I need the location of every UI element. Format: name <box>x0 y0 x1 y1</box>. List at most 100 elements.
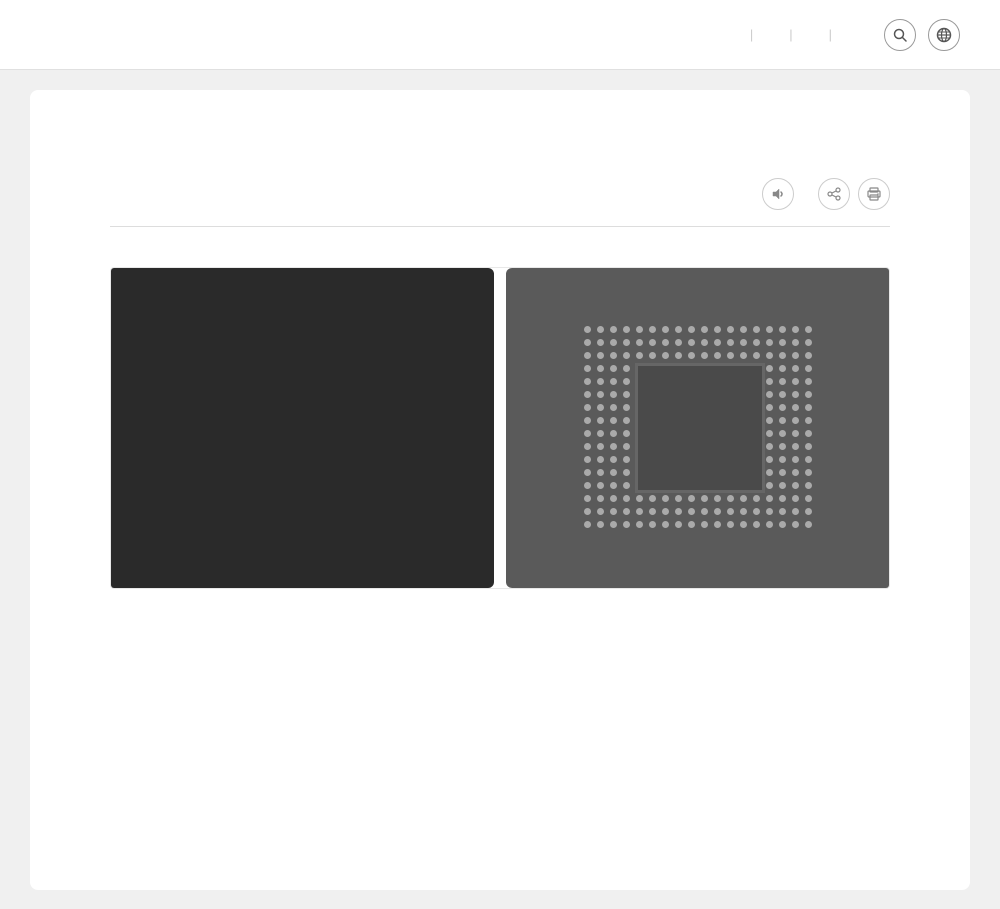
chip-dot <box>740 495 747 502</box>
chip-dot <box>597 430 604 437</box>
main-nav: | | | <box>714 19 960 51</box>
chip-dot <box>584 417 591 424</box>
chip-dot <box>792 352 799 359</box>
chip-dot <box>623 508 630 515</box>
chip-dot <box>662 326 669 333</box>
chip-dot <box>675 352 682 359</box>
chip-dot <box>597 365 604 372</box>
chip-dot <box>662 352 669 359</box>
chip-dot <box>675 508 682 515</box>
chip-dot <box>701 326 708 333</box>
chip-dot <box>623 378 630 385</box>
chip-dot <box>649 495 656 502</box>
chip-dot <box>792 482 799 489</box>
chip-dot <box>597 378 604 385</box>
chip-dot <box>766 456 773 463</box>
chip-dot <box>649 508 656 515</box>
chip-dot <box>779 508 786 515</box>
chip-dot <box>623 443 630 450</box>
article-actions <box>754 178 890 210</box>
chip-dot <box>766 404 773 411</box>
chip-dot <box>597 404 604 411</box>
language-button[interactable] <box>928 19 960 51</box>
chip-dot <box>623 430 630 437</box>
chip-dot <box>805 430 812 437</box>
chip-dot <box>753 352 760 359</box>
chip-dot <box>805 482 812 489</box>
chip-dot <box>649 339 656 346</box>
audio-group <box>754 178 794 210</box>
chip-dot <box>766 365 773 372</box>
share-button[interactable] <box>818 178 850 210</box>
chip-dot <box>584 521 591 528</box>
chip-dot <box>766 326 773 333</box>
chip-dot <box>610 456 617 463</box>
chip-dot <box>805 443 812 450</box>
chip-dot <box>610 508 617 515</box>
chip-dot <box>779 482 786 489</box>
chip-dot <box>688 508 695 515</box>
chip-dot <box>636 326 643 333</box>
chip-dot <box>766 521 773 528</box>
chip-dot <box>714 339 721 346</box>
chip-dot <box>610 391 617 398</box>
chip-dot <box>727 521 734 528</box>
chip-dot <box>779 352 786 359</box>
globe-icon <box>936 27 952 43</box>
chip-dot <box>753 495 760 502</box>
chip-dot <box>597 352 604 359</box>
chip-dot <box>766 469 773 476</box>
chip-dot <box>688 521 695 528</box>
chip-dot <box>675 495 682 502</box>
chip-dot <box>714 521 721 528</box>
chip-dot <box>727 339 734 346</box>
chip-dot <box>805 352 812 359</box>
chip-dot <box>623 495 630 502</box>
site-header: | | | <box>0 0 1000 70</box>
chip-dot <box>766 508 773 515</box>
chip-dot <box>779 326 786 333</box>
chip-dot <box>623 456 630 463</box>
chip-dot <box>740 521 747 528</box>
chip-dot <box>636 508 643 515</box>
chip-dot <box>792 521 799 528</box>
chip-dot <box>779 417 786 424</box>
chip-dot <box>623 469 630 476</box>
nav-sep-1: | <box>750 27 753 42</box>
chip-dot <box>792 508 799 515</box>
chip-dot <box>766 391 773 398</box>
chip-dot <box>727 495 734 502</box>
search-icon <box>893 28 907 42</box>
chip-dot <box>740 339 747 346</box>
chip-dot <box>766 417 773 424</box>
chip-dot <box>610 417 617 424</box>
chip-dot <box>584 495 591 502</box>
chip-dot <box>714 326 721 333</box>
chip-dot <box>675 339 682 346</box>
chip-dot <box>597 521 604 528</box>
chip-dot <box>779 469 786 476</box>
chip-dot <box>792 495 799 502</box>
print-button[interactable] <box>858 178 890 210</box>
chip-dot <box>779 391 786 398</box>
chip-dot <box>623 391 630 398</box>
chip-dot <box>610 339 617 346</box>
share-icon <box>827 187 841 201</box>
chip-dot <box>753 339 760 346</box>
chip-dot <box>584 430 591 437</box>
audio-button[interactable] <box>762 178 794 210</box>
search-button[interactable] <box>884 19 916 51</box>
chip-dot <box>584 378 591 385</box>
chip-dot <box>805 339 812 346</box>
chip-dot <box>701 521 708 528</box>
chip-dot <box>714 508 721 515</box>
chip-dot <box>727 326 734 333</box>
chip-dot <box>779 521 786 528</box>
chip-dot <box>766 443 773 450</box>
chip-dot <box>597 482 604 489</box>
chip-dot <box>740 508 747 515</box>
chip-dot <box>792 417 799 424</box>
chip-dot <box>649 326 656 333</box>
chip-dot <box>623 365 630 372</box>
print-icon <box>867 187 881 201</box>
